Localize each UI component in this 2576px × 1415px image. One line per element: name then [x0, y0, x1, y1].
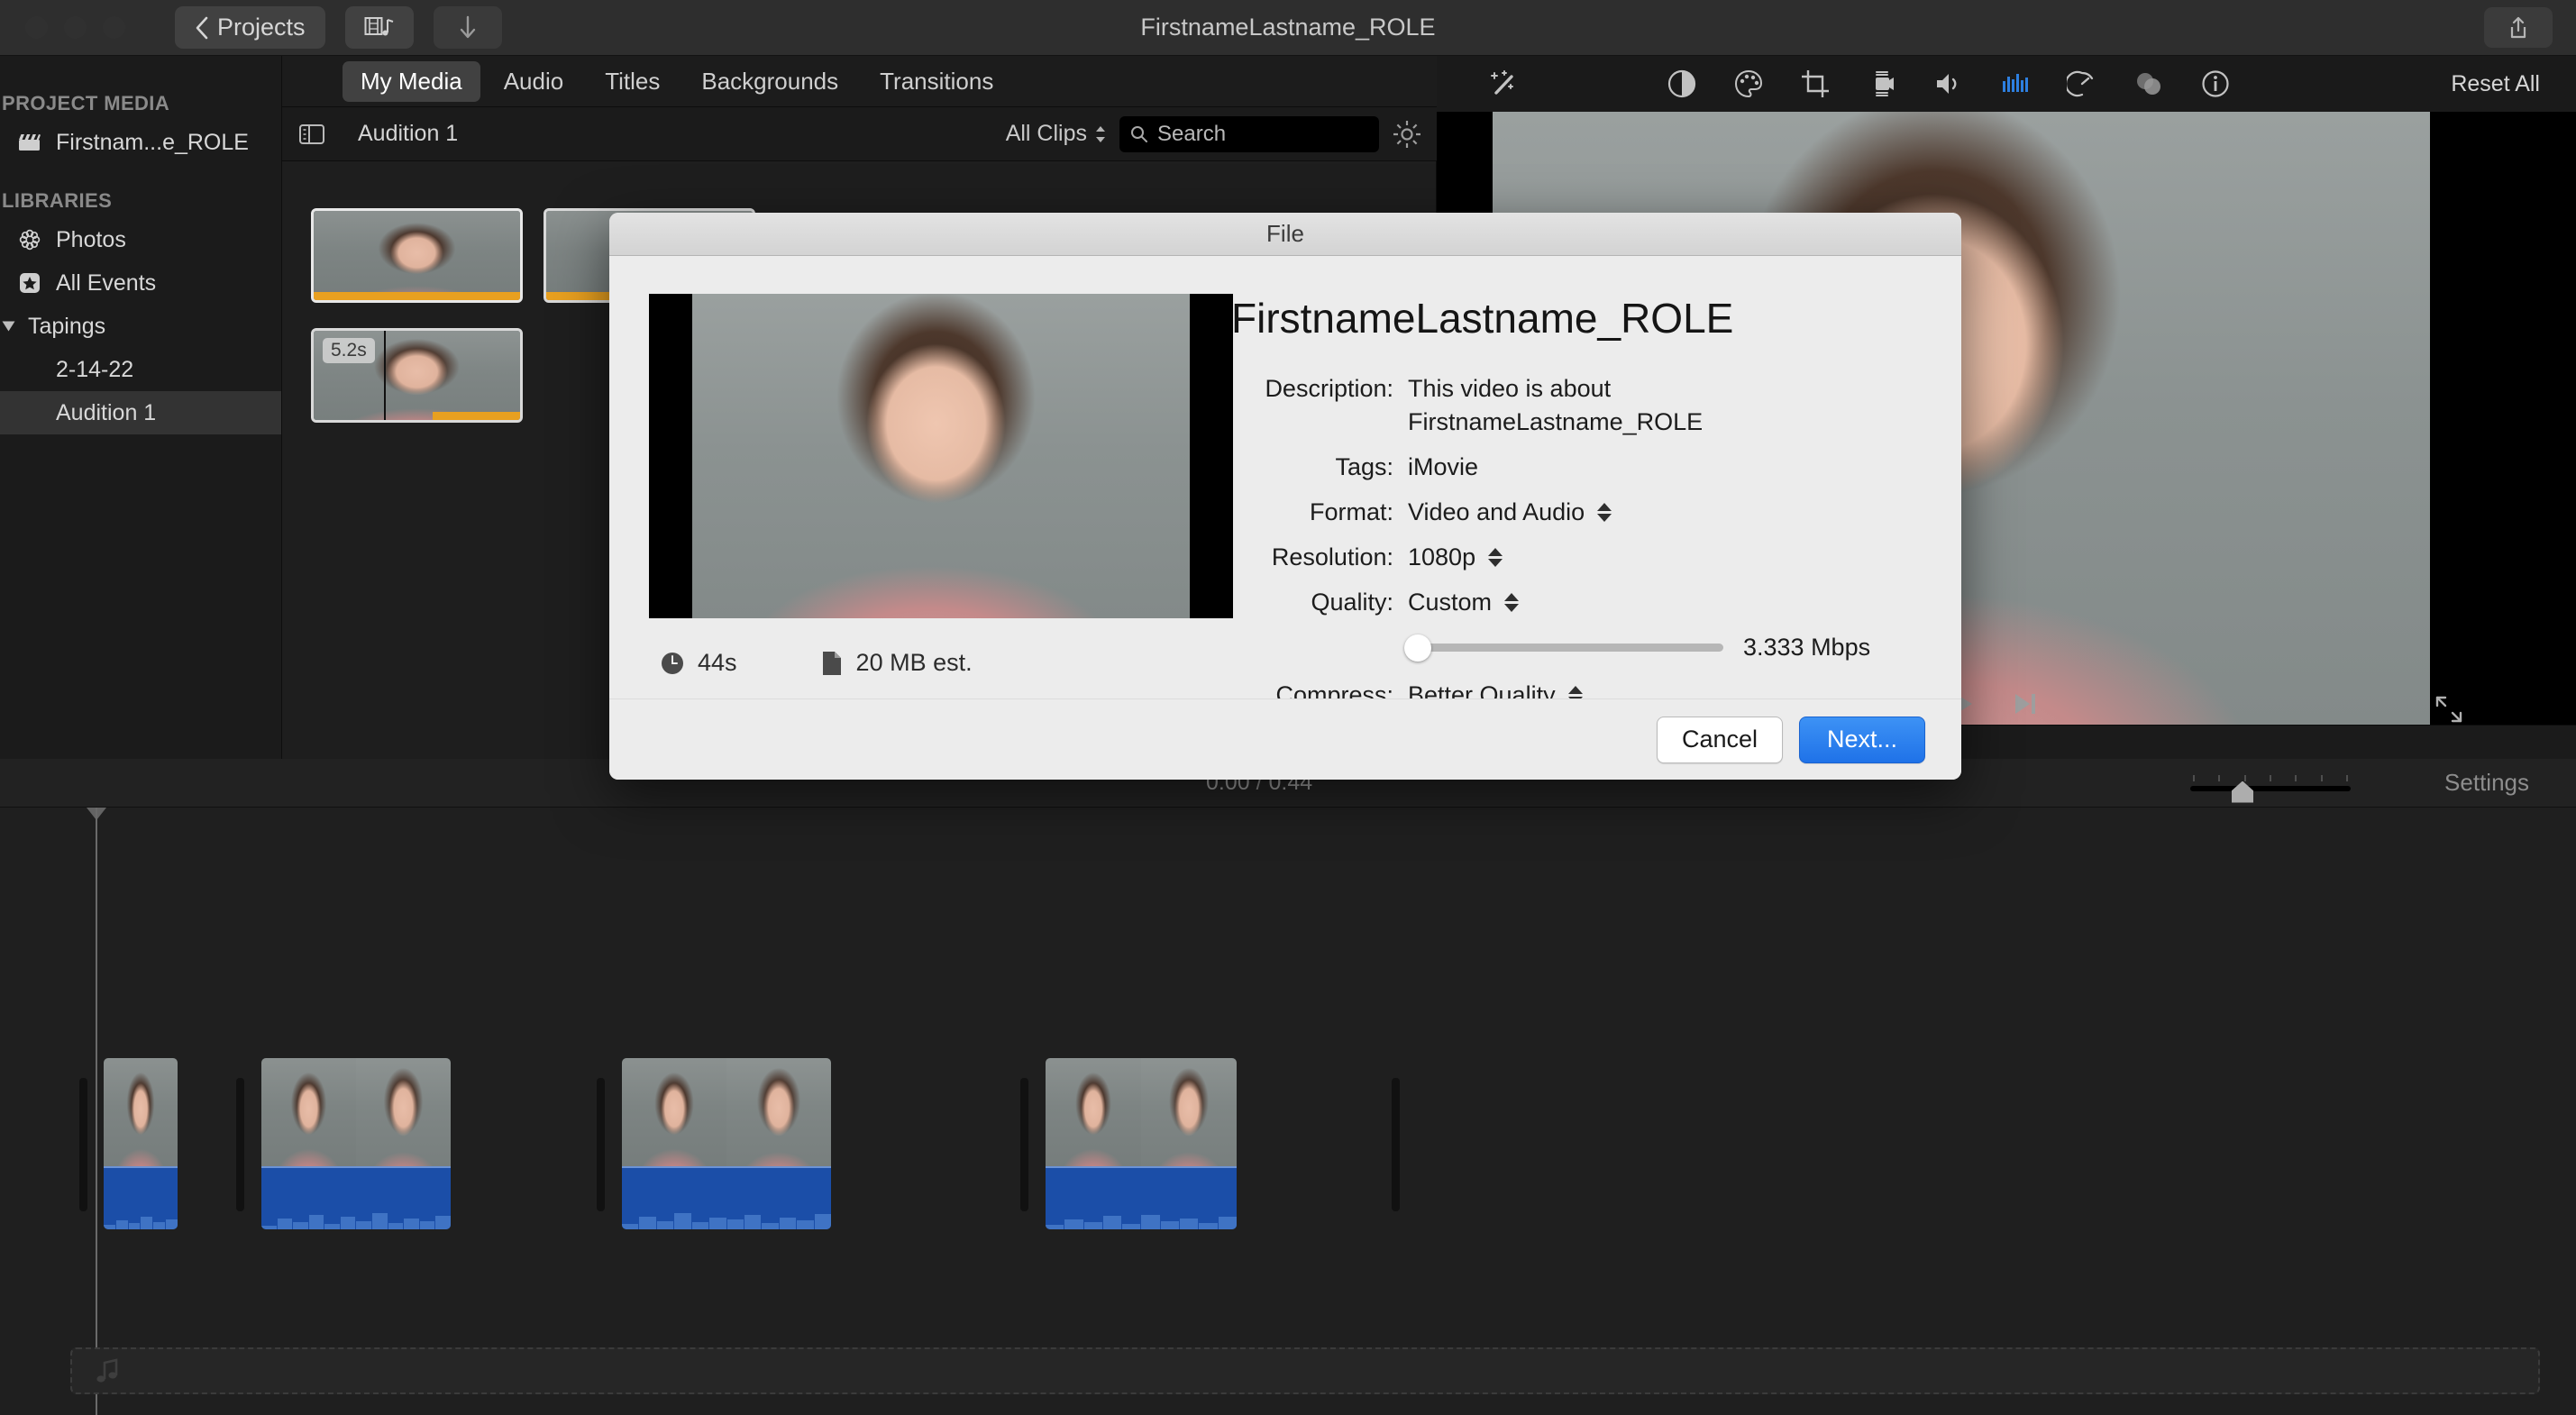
clock-icon — [660, 651, 685, 676]
export-filesize-label: 20 MB est. — [855, 649, 973, 676]
field-resolution: Resolution: 1080p — [1231, 543, 1925, 571]
bitrate-slider-handle[interactable] — [1404, 634, 1431, 662]
field-label: Tags: — [1335, 453, 1393, 480]
next-button[interactable]: Next... — [1799, 716, 1925, 763]
field-quality: Quality: Custom — [1231, 589, 1925, 616]
bitrate-value: 3.333 Mbps — [1743, 634, 1871, 661]
cancel-button[interactable]: Cancel — [1657, 716, 1783, 763]
dialog-titlebar: File — [609, 213, 1961, 256]
imovie-window: Projects FirstnameLastname_ROLE PROJECT … — [0, 0, 2576, 1415]
dialog-form-column: FirstnameLastname_ROLE Description: This… — [1231, 294, 1961, 725]
bitrate-row: 3.333 Mbps — [1404, 634, 1925, 662]
export-name: FirstnameLastname_ROLE — [1231, 295, 1734, 342]
field-label: Description: — [1265, 375, 1393, 402]
dialog-preview-column: 44s 20 MB est. — [609, 294, 1233, 725]
field-description: Description: This video is about Firstna… — [1231, 375, 1925, 436]
export-filesize: 20 MB est. — [820, 649, 973, 677]
export-preview-frame — [692, 294, 1190, 618]
field-value: FirstnameLastname_ROLE — [1408, 408, 1704, 435]
field-value: iMovie — [1408, 453, 1479, 480]
field-value: Custom — [1408, 589, 1493, 616]
field-value: 1080p — [1408, 543, 1476, 571]
export-preview-thumbnail — [649, 294, 1233, 618]
field-tags: Tags: iMovie — [1231, 453, 1925, 481]
updown-chevron-icon[interactable] — [1504, 593, 1520, 612]
field-value: This video is about — [1408, 375, 1612, 402]
export-file-dialog: File 44s 20 MB est. FirstnameLastname_RO… — [609, 213, 1961, 780]
bitrate-slider[interactable] — [1404, 634, 1723, 662]
field-label: Quality: — [1311, 589, 1393, 616]
updown-chevron-icon[interactable] — [1488, 548, 1503, 567]
resolution-select[interactable]: 1080p — [1408, 543, 1503, 571]
field-value: Video and Audio — [1408, 498, 1585, 525]
document-icon — [820, 650, 844, 677]
format-select[interactable]: Video and Audio — [1408, 498, 1612, 526]
field-format: Format: Video and Audio — [1231, 498, 1925, 526]
field-label: Resolution: — [1271, 543, 1393, 571]
export-meta-row: 44s 20 MB est. — [649, 649, 1231, 677]
export-duration-label: 44s — [698, 649, 737, 676]
export-duration: 44s — [660, 649, 737, 677]
field-label: Format: — [1309, 498, 1393, 525]
quality-select[interactable]: Custom — [1408, 589, 1520, 616]
updown-chevron-icon[interactable] — [1597, 503, 1612, 522]
dialog-body: 44s 20 MB est. FirstnameLastname_ROLE De… — [609, 256, 1961, 725]
dialog-footer: Cancel Next... — [609, 698, 1961, 780]
